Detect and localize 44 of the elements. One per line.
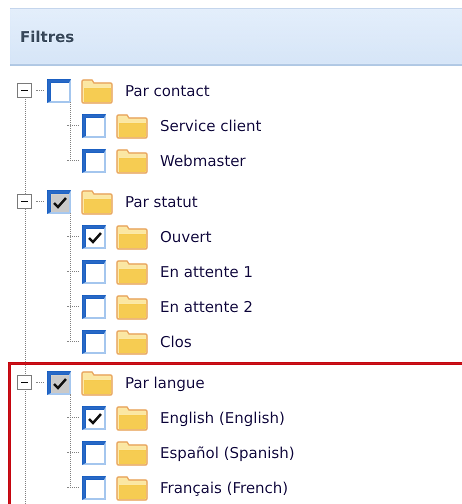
- tree-item-label[interactable]: Par contact: [125, 82, 210, 100]
- checkbox[interactable]: [47, 370, 71, 394]
- checkmark-icon: [88, 412, 102, 424]
- checkbox[interactable]: [82, 294, 106, 318]
- tree-item-label[interactable]: Webmaster: [160, 152, 246, 170]
- folder-icon: [116, 258, 148, 284]
- checkbox[interactable]: [47, 78, 71, 102]
- checkbox[interactable]: [82, 476, 106, 500]
- tree-item-label[interactable]: Español (Spanish): [160, 444, 295, 462]
- checkbox[interactable]: [82, 406, 106, 430]
- folder-icon: [116, 294, 148, 320]
- checkbox[interactable]: [82, 224, 106, 248]
- folder-icon: [116, 404, 148, 430]
- tree-item-label[interactable]: Service client: [160, 116, 262, 134]
- checkbox[interactable]: [82, 330, 106, 354]
- tree-item-label[interactable]: Par langue: [125, 374, 205, 392]
- checkmark-icon: [88, 232, 102, 244]
- tree-item-label[interactable]: Clos: [160, 332, 192, 350]
- folder-icon: [81, 370, 113, 396]
- tree-item-label[interactable]: Français (French): [160, 478, 288, 496]
- folder-icon: [81, 188, 113, 214]
- collapse-toggle[interactable]: [17, 83, 32, 98]
- folder-icon: [116, 328, 148, 354]
- folder-icon: [116, 112, 148, 138]
- checkbox[interactable]: [82, 260, 106, 284]
- folder-icon: [116, 148, 148, 174]
- tree-item-label[interactable]: Par statut: [125, 192, 198, 210]
- folder-icon: [116, 440, 148, 466]
- folder-icon: [81, 78, 113, 104]
- checkmark-icon: [53, 196, 67, 208]
- checkbox[interactable]: [47, 190, 71, 214]
- tree-item-label[interactable]: En attente 2: [160, 298, 253, 316]
- folder-icon: [116, 224, 148, 250]
- checkbox[interactable]: [82, 148, 106, 172]
- checkbox[interactable]: [82, 114, 106, 138]
- folder-icon: [116, 474, 148, 500]
- tree-item-label[interactable]: En attente 1: [160, 262, 253, 280]
- tree-item-label[interactable]: English (English): [160, 408, 285, 426]
- collapse-toggle[interactable]: [17, 194, 32, 209]
- collapse-toggle[interactable]: [17, 375, 32, 390]
- checkbox[interactable]: [82, 440, 106, 464]
- panel-title: Filtres: [20, 28, 74, 46]
- checkmark-icon: [53, 378, 67, 390]
- tree-item-label[interactable]: Ouvert: [160, 228, 212, 246]
